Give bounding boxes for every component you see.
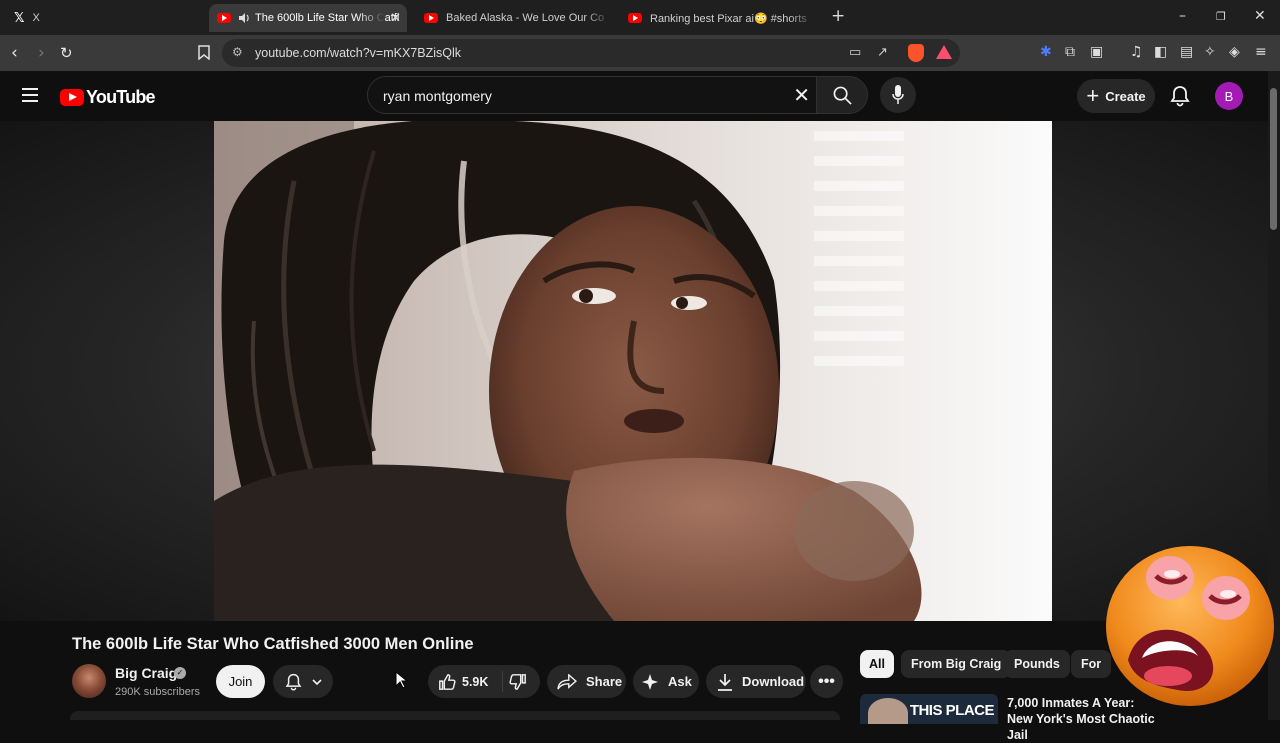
search-value: ryan montgomery — [383, 88, 492, 104]
youtube-favicon-icon — [424, 13, 438, 23]
tab-active-video[interactable]: The 600lb Life Star Who Catfi ✕ — [209, 4, 407, 32]
search-icon — [833, 86, 852, 105]
leo-icon[interactable]: ✧ — [1204, 44, 1216, 60]
share-label: Share — [586, 674, 623, 689]
bell-icon — [285, 673, 301, 690]
shield-menu-icon[interactable]: ◈ — [1229, 44, 1240, 60]
chip-all[interactable]: All — [860, 650, 894, 678]
brave-shield-icon[interactable] — [908, 44, 924, 62]
dislike-icon[interactable] — [509, 673, 527, 691]
bell-icon[interactable] — [1170, 85, 1190, 107]
address-bar[interactable]: ⚙ youtube.com/watch?v=mKX7BZisQlk ▭ ↗ — [222, 39, 960, 67]
notifications-button[interactable] — [273, 665, 333, 698]
cast-icon[interactable]: ▭ — [849, 45, 861, 60]
youtube-masthead: YouTube ryan montgomery ✕ + Create B — [0, 71, 1268, 121]
like-count: 5.9K — [462, 675, 489, 689]
minimize-button[interactable]: – — [1179, 8, 1186, 24]
share-icon — [557, 673, 577, 689]
mouse-cursor-icon — [395, 671, 407, 689]
more-icon: ••• — [818, 672, 835, 690]
forward-icon[interactable]: › — [38, 43, 45, 63]
crying-emoji-sticker — [1106, 546, 1274, 706]
youtube-favicon-icon — [217, 13, 231, 23]
tab-title: Baked Alaska - We Love Our Cops [L — [446, 12, 604, 24]
ask-button[interactable]: Ask — [633, 665, 699, 698]
verified-badge-icon: ✓ — [174, 667, 186, 679]
tab-title: Ranking best Pixar ai😳 #shorts #pix — [650, 12, 808, 25]
thumbnail-text: THIS PLACE — [909, 702, 995, 719]
scrollbar-thumb[interactable] — [1270, 88, 1277, 230]
video-frame-image — [214, 121, 1052, 621]
sparkle-icon — [642, 673, 658, 690]
like-icon — [439, 674, 456, 690]
mic-icon — [892, 85, 904, 104]
tab-title: X — [32, 12, 40, 24]
tab-baked-alaska[interactable]: Baked Alaska - We Love Our Cops [L — [416, 4, 612, 32]
sidebar-icon[interactable]: ◧ — [1154, 44, 1167, 60]
tab-close-icon[interactable]: ✕ — [390, 10, 401, 26]
channel-name[interactable]: Big Craig — [115, 665, 177, 681]
restore-button[interactable]: ❐ — [1216, 10, 1226, 23]
more-actions-button[interactable]: ••• — [810, 665, 843, 698]
extensions-icon[interactable]: ⧉ — [1065, 44, 1075, 60]
share-button[interactable]: Share — [547, 665, 626, 698]
thumbnail-face — [868, 698, 908, 724]
browser-tab-strip: 𝕏 X The 600lb Life Star Who Catfi ✕ Bake… — [0, 0, 1280, 35]
new-tab-button[interactable]: + — [831, 6, 845, 26]
create-button[interactable]: + Create — [1077, 79, 1155, 113]
wallet-icon[interactable]: ▤ — [1180, 44, 1193, 60]
tab-pixar-ranking[interactable]: Ranking best Pixar ai😳 #shorts #pix — [620, 4, 816, 32]
bookmark-icon[interactable] — [198, 45, 210, 60]
youtube-wordmark: YouTube — [86, 87, 156, 107]
description-box-edge — [70, 711, 840, 720]
search-button[interactable] — [816, 76, 868, 114]
download-button[interactable]: Download — [706, 665, 806, 698]
like-dislike-group: 5.9K — [428, 665, 540, 698]
youtube-play-icon — [60, 89, 84, 106]
video-player[interactable] — [214, 121, 1052, 621]
join-button[interactable]: Join — [216, 665, 265, 698]
media-icon[interactable]: ♫ — [1130, 44, 1143, 60]
video-title: The 600lb Life Star Who Catfished 3000 M… — [72, 635, 474, 653]
ask-label: Ask — [668, 674, 692, 689]
create-label: Create — [1105, 88, 1146, 104]
voice-search-button[interactable] — [880, 77, 916, 113]
youtube-logo[interactable]: YouTube — [60, 87, 156, 108]
chip-pounds[interactable]: Pounds — [1004, 650, 1070, 678]
chip-from-channel[interactable]: From Big Craig — [901, 650, 1012, 678]
subscriber-count: 290K subscribers — [115, 686, 200, 698]
audio-icon[interactable] — [239, 13, 251, 23]
search-input[interactable]: ryan montgomery ✕ — [367, 76, 817, 114]
account-avatar[interactable]: B — [1215, 82, 1243, 110]
youtube-favicon-icon — [628, 13, 642, 23]
clear-search-icon[interactable]: ✕ — [793, 84, 810, 106]
app-menu-icon[interactable]: ≡ — [1255, 44, 1267, 60]
window-close-button[interactable]: ✕ — [1254, 8, 1266, 24]
vpn-icon[interactable]: ✱ — [1040, 44, 1052, 60]
brave-rewards-icon[interactable] — [936, 45, 952, 59]
tab-x[interactable]: 𝕏 X — [6, 4, 196, 32]
like-divider — [502, 671, 503, 692]
download-icon — [718, 673, 732, 691]
site-settings-icon[interactable]: ⚙ — [232, 45, 243, 59]
url-text: youtube.com/watch?v=mKX7BZisQlk — [255, 46, 461, 60]
channel-avatar[interactable] — [72, 664, 106, 698]
reload-icon[interactable]: ↻ — [60, 43, 73, 63]
browser-toolbar: ‹ › ↻ ⚙ youtube.com/watch?v=mKX7BZisQlk … — [0, 35, 1280, 71]
back-icon[interactable]: ‹ — [11, 43, 18, 63]
x-logo-icon: 𝕏 — [14, 10, 25, 26]
like-button[interactable]: 5.9K — [438, 672, 500, 692]
reader-icon[interactable]: ▣ — [1090, 44, 1103, 60]
chevron-down-icon — [311, 678, 322, 685]
download-label: Download — [742, 674, 805, 689]
menu-icon[interactable] — [22, 88, 38, 102]
plus-icon: + — [1086, 83, 1100, 108]
share-page-icon[interactable]: ↗ — [877, 45, 888, 60]
